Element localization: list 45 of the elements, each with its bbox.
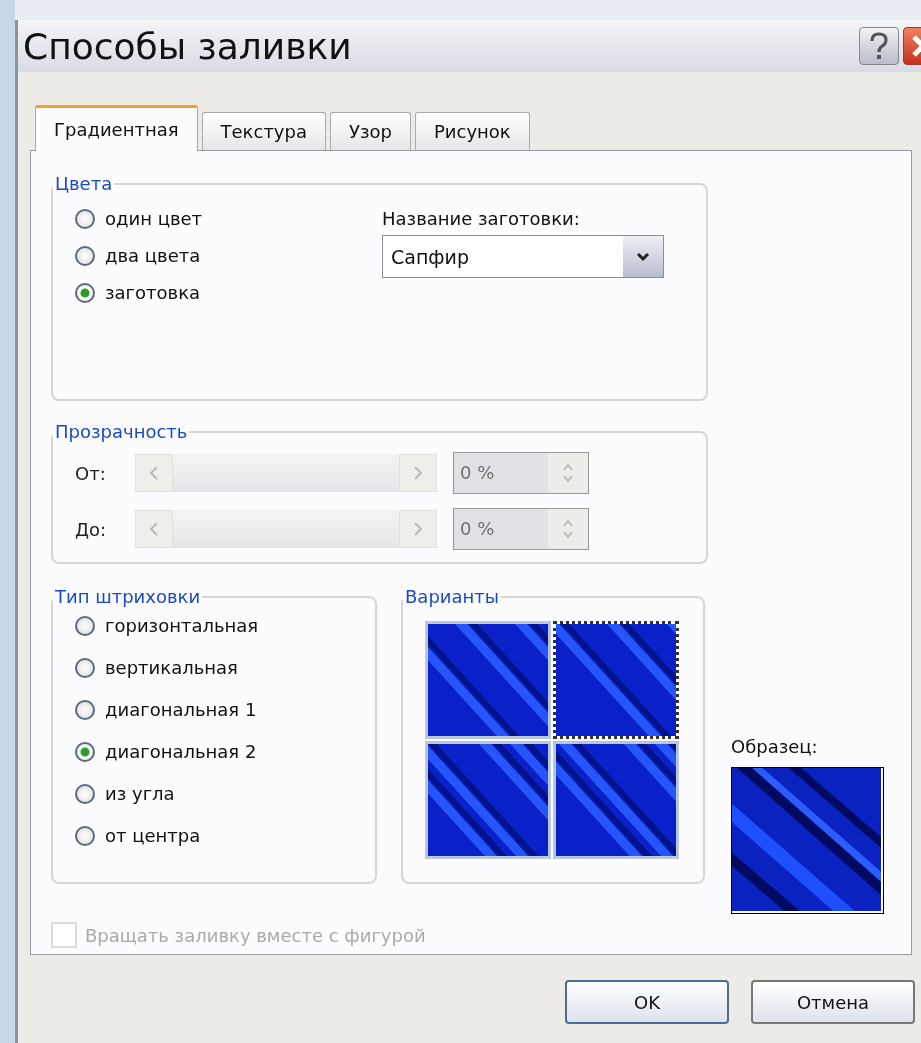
radio-button[interactable]	[75, 657, 95, 678]
radio-label[interactable]: от центра	[105, 825, 201, 846]
chevron-right-icon	[413, 466, 423, 480]
field-label: От:	[75, 462, 107, 484]
chevron-left-icon	[149, 466, 159, 480]
up-down-arrows-icon	[562, 518, 574, 540]
tab[interactable]: Текстура	[201, 112, 326, 150]
radio-button[interactable]	[75, 208, 95, 229]
chevron-right-icon	[413, 522, 423, 536]
preset-dropdown[interactable]: Сапфир	[382, 235, 664, 278]
radio-label[interactable]: из угла	[105, 783, 175, 804]
tab[interactable]: Узор	[330, 112, 411, 150]
radio-button[interactable]	[75, 783, 95, 804]
preset-label: Название заготовки:	[382, 208, 581, 229]
sample-label: Образец:	[731, 736, 819, 757]
cancel-button[interactable]: Отмена	[751, 980, 915, 1024]
radio-button[interactable]	[75, 741, 95, 762]
group-title: Варианты	[404, 586, 500, 607]
radio-label[interactable]: вертикальная	[105, 657, 238, 678]
radio-label[interactable]: один цвет	[105, 208, 203, 229]
radio-button[interactable]	[75, 615, 95, 636]
radio-button[interactable]	[75, 282, 95, 303]
group-title: Цвета	[54, 173, 114, 194]
radio-label[interactable]: горизонтальная	[105, 615, 259, 636]
chevron-left-icon	[149, 522, 159, 536]
ok-button[interactable]: OK	[565, 980, 729, 1024]
up-down-arrows-icon	[562, 462, 574, 484]
radio-label[interactable]: два цвета	[105, 245, 201, 266]
radio-button[interactable]	[75, 699, 95, 720]
radio-label[interactable]: диагональная 1	[105, 699, 257, 720]
tab[interactable]: Градиентная	[35, 105, 198, 151]
tab[interactable]: Рисунок	[414, 112, 530, 150]
group-title: Прозрачность	[54, 421, 189, 442]
group-title: Тип штриховки	[54, 586, 202, 607]
gradient-swatch[interactable]	[553, 621, 679, 739]
radio-label[interactable]: диагональная 2	[105, 741, 257, 762]
dropdown-button[interactable]	[623, 236, 663, 277]
field-label: До:	[75, 518, 108, 540]
window-title: Способы заливки	[23, 25, 352, 67]
chevron-down-icon	[636, 251, 650, 262]
radio-button[interactable]	[75, 825, 95, 846]
radio-button[interactable]	[75, 245, 95, 266]
help-button[interactable]	[859, 27, 899, 65]
help-icon	[868, 32, 890, 60]
radio-label[interactable]: заготовка	[105, 282, 201, 303]
